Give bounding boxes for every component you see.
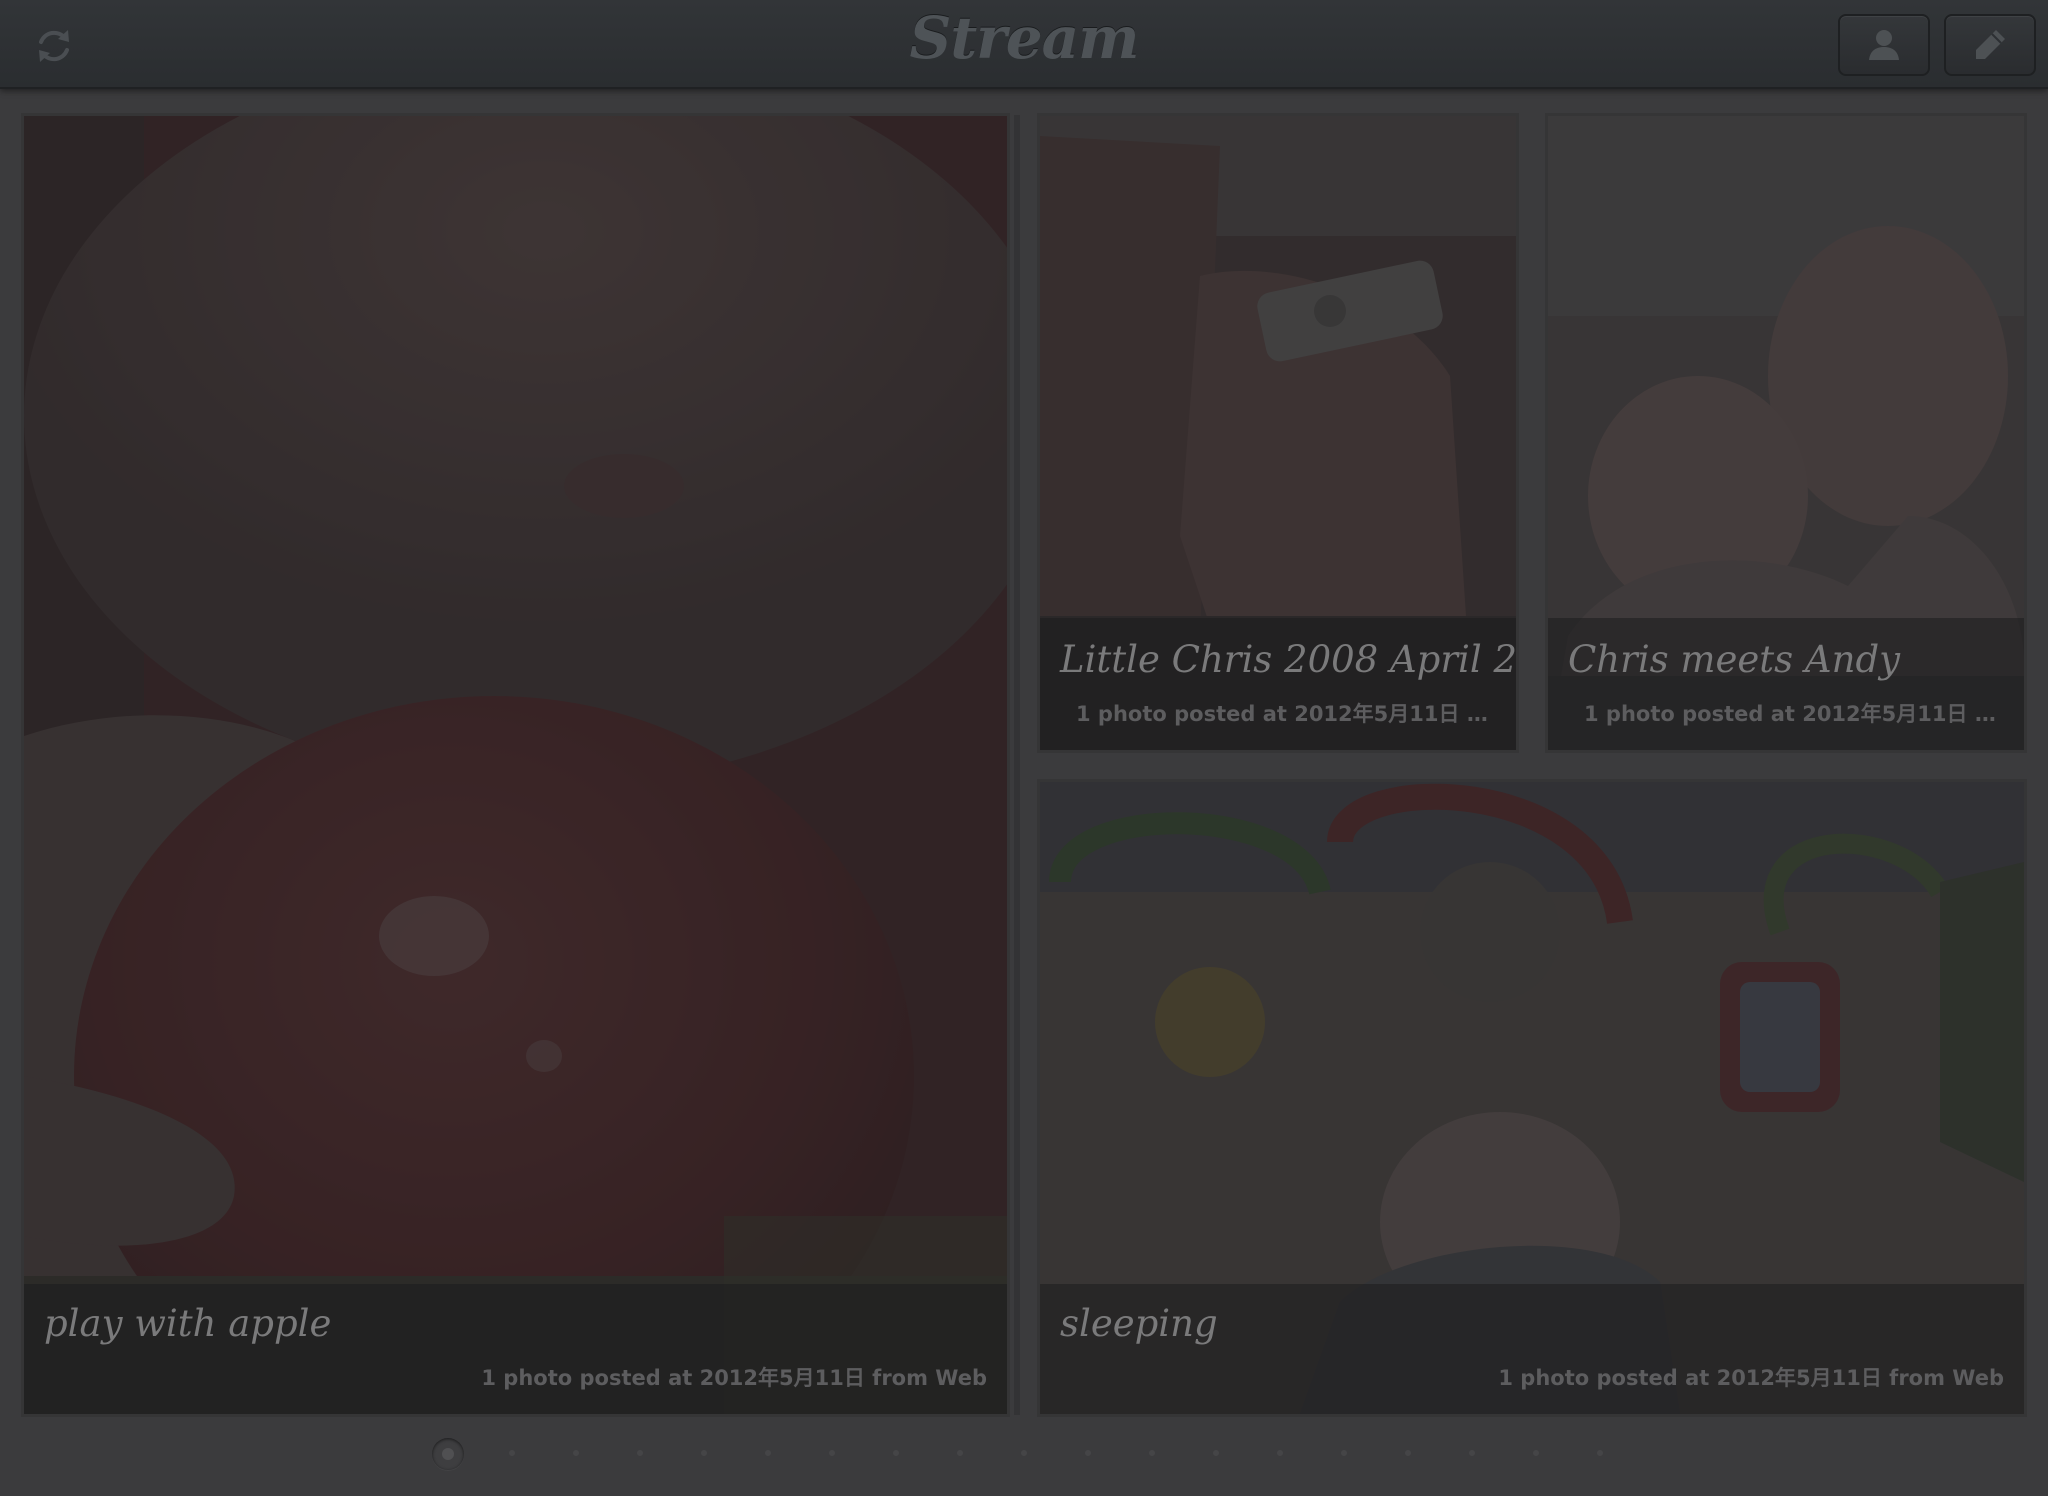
page-dot[interactable] [701,1450,707,1456]
page-dot[interactable] [893,1450,899,1456]
post-caption: Chris meets Andy 1 photo posted at 2012年… [1548,618,2024,750]
pencil-icon [1976,30,2005,59]
column-divider [1014,115,1020,1415]
post-caption: sleeping 1 photo posted at 2012年5月11日 fr… [1040,1284,2024,1414]
page-dot[interactable] [765,1450,771,1456]
page-dot[interactable] [1405,1450,1411,1456]
page-dot[interactable] [1213,1450,1219,1456]
post-card-play-with-apple[interactable]: play with apple 1 photo posted at 2012年5… [24,116,1007,1414]
page-dot[interactable] [1085,1450,1091,1456]
page-dot[interactable] [432,1438,464,1470]
page-dot[interactable] [957,1450,963,1456]
post-meta: 1 photo posted at 2012年5月11日 fr… [1076,702,1496,726]
app-title: Stream [909,4,1139,72]
post-title: Chris meets Andy [1568,638,1901,681]
page-dot[interactable] [573,1450,579,1456]
refresh-icon [39,30,69,62]
page-dot[interactable] [1277,1450,1283,1456]
page-dot[interactable] [1597,1450,1603,1456]
refresh-button[interactable] [26,20,82,72]
page-dot[interactable] [829,1450,835,1456]
page-dot[interactable] [1533,1450,1539,1456]
profile-button[interactable] [1838,14,1930,76]
post-caption: play with apple 1 photo posted at 2012年5… [24,1284,1007,1414]
post-title: play with apple [44,1302,332,1345]
page-dot[interactable] [1469,1450,1475,1456]
page-indicator[interactable] [0,1438,2048,1470]
post-meta: 1 photo posted at 2012年5月11日 from Web [481,1366,987,1390]
page-dot[interactable] [1021,1450,1027,1456]
post-caption: Little Chris 2008 April 28th 1 photo pos… [1040,618,1516,750]
post-title: Little Chris 2008 April 28th [1060,638,1516,681]
page-dot[interactable] [1341,1450,1347,1456]
compose-button[interactable] [1944,14,2036,76]
page-dot[interactable] [509,1450,515,1456]
person-icon [1869,30,1899,60]
post-card-little-chris[interactable]: Little Chris 2008 April 28th 1 photo pos… [1040,116,1516,750]
post-meta: 1 photo posted at 2012年5月11日 fr… [1584,702,2004,726]
post-meta: 1 photo posted at 2012年5月11日 from Web [1498,1366,2004,1390]
top-toolbar: Stream [0,0,2048,89]
page-dot[interactable] [637,1450,643,1456]
page-dot[interactable] [1149,1450,1155,1456]
post-card-sleeping[interactable]: sleeping 1 photo posted at 2012年5月11日 fr… [1040,782,2024,1414]
post-title: sleeping [1060,1302,1218,1345]
post-card-chris-meets-andy[interactable]: Chris meets Andy 1 photo posted at 2012年… [1548,116,2024,750]
